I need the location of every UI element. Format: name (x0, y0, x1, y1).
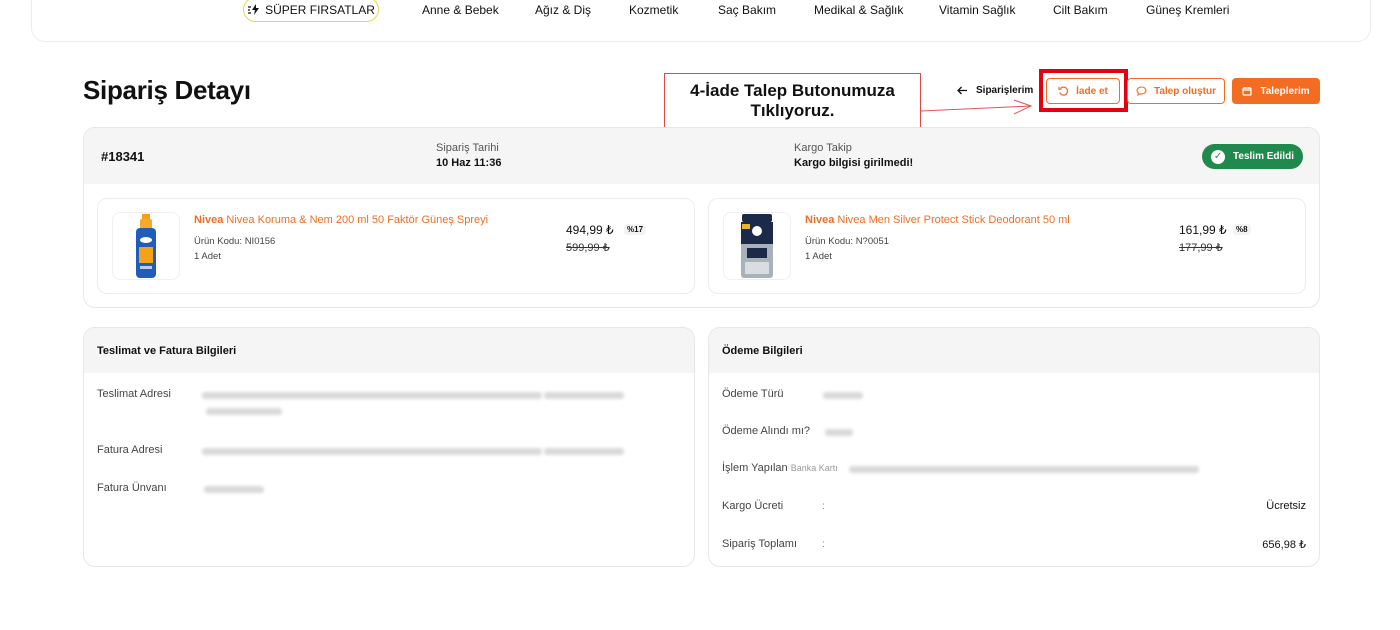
product-code: Ürün Kodu: N?0051 (805, 236, 889, 247)
calendar-icon (1242, 86, 1252, 96)
product-quantity: 1 Adet (194, 251, 221, 262)
order-card: #18341 Sipariş Tarihi 10 Haz 11:36 Kargo… (83, 127, 1320, 308)
order-number: #18341 (101, 149, 145, 164)
product-brand: Nivea (194, 214, 224, 226)
bolt-icon (247, 4, 260, 15)
nav-items: SÜPER FIRSATLAR Anne & Bebek Ağız & Diş … (32, 0, 1370, 34)
nav-link-sac-bakim[interactable]: Saç Bakım (718, 3, 776, 17)
product-image[interactable] (723, 212, 791, 280)
blurred-address (544, 448, 624, 455)
discount-badge: %8 (1233, 224, 1251, 235)
blurred-address (544, 392, 624, 399)
invoice-address-label: Fatura Adresi (97, 444, 163, 456)
back-to-orders-link[interactable]: Siparişlerim (957, 85, 1033, 96)
my-requests-button[interactable]: Taleplerim (1232, 78, 1320, 104)
create-request-button[interactable]: Talep oluştur (1127, 78, 1225, 104)
product-price: 161,99 ₺ (1179, 223, 1227, 237)
back-link-label: Siparişlerim (976, 85, 1034, 96)
product-old-price: 177,99 ₺ (1179, 242, 1223, 254)
cargo-tracking-label: Kargo Takip (794, 142, 852, 154)
order-header: #18341 Sipariş Tarihi 10 Haz 11:36 Kargo… (84, 128, 1319, 184)
order-date-label: Sipariş Tarihi (436, 142, 499, 154)
blurred-address (202, 448, 542, 455)
page-title: Sipariş Detayı (83, 75, 251, 105)
product-title: Nivea Koruma & Nem 200 ml 50 Faktör Güne… (226, 214, 489, 226)
payment-info-card: Ödeme Bilgileri Ödeme Türü Ödeme Alındı … (708, 327, 1320, 567)
nav-link-cilt-bakim[interactable]: Cilt Bakım (1053, 3, 1108, 17)
product-brand: Nivea (805, 214, 835, 226)
nav-link-medikal-saglik[interactable]: Medikal & Sağlık (814, 3, 903, 17)
product-card[interactable]: Nivea Nivea Men Silver Protect Stick Deo… (708, 198, 1306, 294)
create-request-label: Talep oluştur (1153, 85, 1217, 97)
delivery-info-header: Teslimat ve Fatura Bilgileri (84, 328, 694, 373)
status-label: Teslim Edildi (1233, 151, 1294, 162)
product-price: 494,99 ₺ (566, 223, 614, 237)
blurred-address (206, 408, 282, 415)
product-card[interactable]: Nivea Nivea Koruma & Nem 200 ml 50 Faktö… (97, 198, 695, 294)
delivery-info-card: Teslimat ve Fatura Bilgileri Teslimat Ad… (83, 327, 695, 567)
super-deals-button[interactable]: SÜPER FIRSATLAR (243, 0, 379, 22)
transaction-bank-label: İşlem Yapılan Banka Kartı (722, 462, 838, 474)
delivery-address-label: Teslimat Adresi (97, 388, 171, 400)
colon: : (822, 501, 825, 512)
payment-received-label: Ödeme Alındı mı? (722, 425, 811, 437)
invoice-title-label: Fatura Ünvanı (97, 482, 167, 494)
my-requests-label: Taleplerim (1260, 85, 1310, 97)
payment-info-title: Ödeme Bilgileri (722, 345, 803, 357)
top-navigation: SÜPER FIRSATLAR Anne & Bebek Ağız & Diş … (31, 0, 1371, 42)
order-total-label: Sipariş Toplamı (722, 538, 797, 550)
blurred-payment-type (823, 392, 863, 399)
product-image[interactable] (112, 212, 180, 280)
order-total-value: 656,98 ₺ (1262, 539, 1306, 551)
product-name[interactable]: Nivea Nivea Koruma & Nem 200 ml 50 Faktö… (194, 214, 488, 226)
cargo-fee-value: Ücretsiz (1266, 500, 1306, 512)
payment-type-label: Ödeme Türü (722, 388, 784, 400)
nav-link-vitamin-saglik[interactable]: Vitamin Sağlık (939, 3, 1015, 17)
arrow-left-icon (957, 86, 968, 95)
delivery-info-title: Teslimat ve Fatura Bilgileri (97, 345, 237, 357)
product-old-price: 599,99 ₺ (566, 242, 610, 254)
blurred-invoice-title (204, 486, 264, 493)
sunscreen-spray-icon (136, 214, 156, 278)
nav-link-agiz-dis[interactable]: Ağız & Diş (535, 3, 591, 17)
blurred-payment-received (825, 429, 853, 436)
product-title: Nivea Men Silver Protect Stick Deodorant… (837, 214, 1070, 226)
product-code: Ürün Kodu: NI0156 (194, 236, 276, 247)
product-name[interactable]: Nivea Nivea Men Silver Protect Stick Deo… (805, 214, 1070, 226)
highlight-box (1039, 69, 1128, 112)
product-quantity: 1 Adet (805, 251, 832, 262)
deodorant-stick-icon (741, 214, 773, 278)
nav-link-gunes-kremleri[interactable]: Güneş Kremleri (1146, 3, 1229, 17)
blurred-address (202, 392, 542, 399)
order-date-value: 10 Haz 11:36 (436, 157, 502, 169)
discount-badge: %17 (624, 224, 647, 235)
tutorial-annotation: 4-İade Talep Butonumuza Tıklıyoruz. (664, 73, 921, 128)
status-badge: ✓ Teslim Edildi (1202, 144, 1303, 169)
nav-link-kozmetik[interactable]: Kozmetik (629, 3, 678, 17)
chat-bubble-icon (1136, 86, 1147, 96)
blurred-bank-info (849, 466, 1199, 473)
super-deals-label: SÜPER FIRSATLAR (265, 2, 375, 17)
transaction-bank-label-text: İşlem Yapılan (722, 462, 788, 474)
cargo-tracking-value: Kargo bilgisi girilmedi! (794, 157, 914, 169)
cargo-fee-label: Kargo Ücreti (722, 500, 784, 512)
check-icon: ✓ (1211, 149, 1226, 164)
nav-link-anne-bebek[interactable]: Anne & Bebek (422, 3, 499, 17)
transaction-bank-sublabel: Banka Kartı (790, 463, 838, 473)
payment-info-header: Ödeme Bilgileri (709, 328, 1319, 373)
colon: : (822, 539, 825, 550)
